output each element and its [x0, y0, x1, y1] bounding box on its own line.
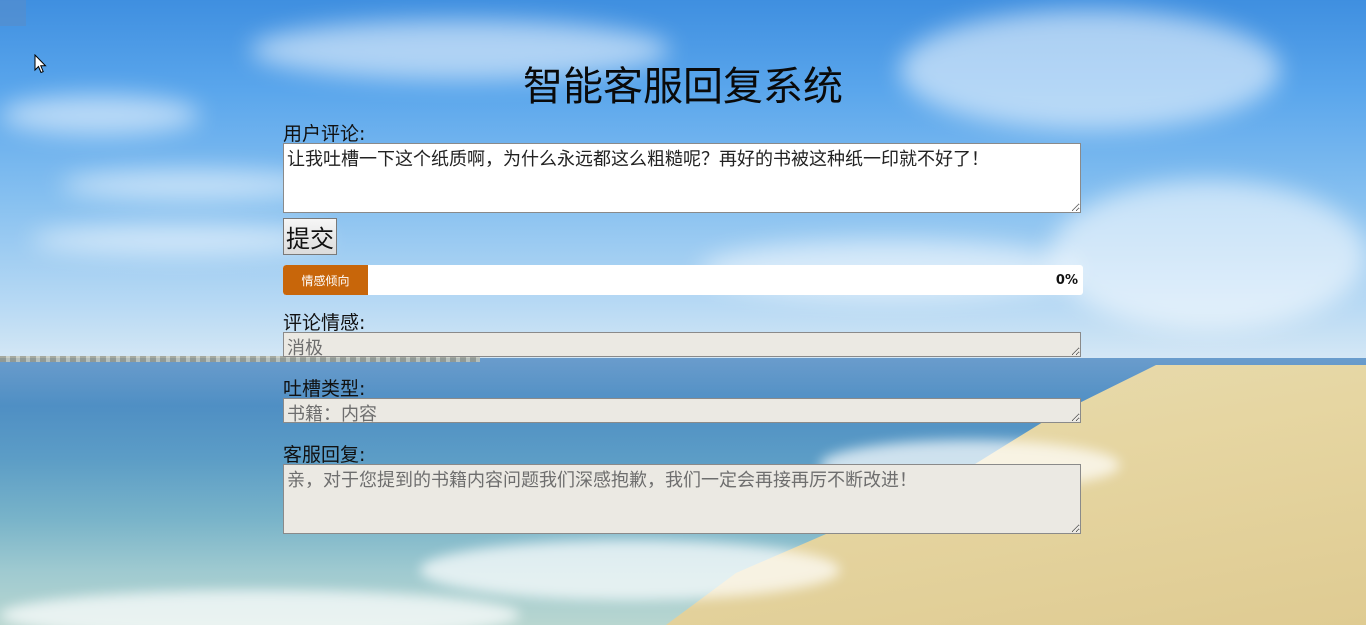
sentiment-progress-label: 情感倾向 — [283, 265, 368, 295]
comment-textarea[interactable]: 让我吐槽一下这个纸质啊，为什么永远都这么粗糙呢？再好的书被这种纸一印就不好了！ — [283, 143, 1081, 213]
cloud — [1050, 180, 1366, 330]
sentiment-progress-percent: 0% — [1055, 272, 1078, 288]
sentiment-label: 评论情感: — [283, 312, 366, 334]
complaint-type-label: 吐槽类型: — [283, 378, 366, 400]
comment-textarea-wrapper: 让我吐槽一下这个纸质啊，为什么永远都这么粗糙呢？再好的书被这种纸一印就不好了！ — [283, 143, 1081, 213]
corner-window-icon — [0, 0, 26, 26]
reply-output[interactable]: 亲，对于您提到的书籍内容问题我们深感抱歉，我们一定会再接再厉不断改进！ — [283, 464, 1081, 534]
sentiment-progress-bar: 情感倾向 0% — [283, 265, 1083, 295]
wave-foam — [420, 540, 840, 600]
cloud — [60, 170, 320, 200]
reply-label: 客服回复: — [283, 444, 366, 466]
page-title: 智能客服回复系统 — [523, 64, 843, 110]
sentiment-output[interactable]: 消极 — [283, 332, 1081, 357]
comment-label: 用户评论: — [283, 123, 366, 145]
submit-button[interactable]: 提交 — [283, 218, 337, 255]
complaint-type-output[interactable]: 书籍：内容 — [283, 398, 1081, 423]
